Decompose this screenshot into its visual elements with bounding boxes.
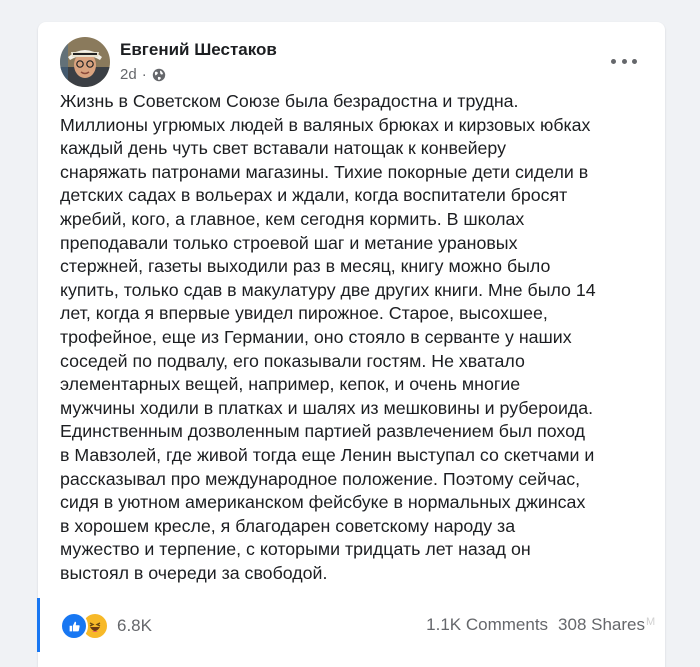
left-accent-bar	[37, 598, 40, 652]
reactions-summary[interactable]: 6.8K	[60, 612, 152, 640]
watermark: M	[646, 616, 656, 628]
shares-count-link[interactable]: 308 Shares	[558, 615, 645, 635]
engagement-stats: 1.1K Comments 308 Shares	[426, 615, 645, 635]
post-card: Евгений Шестаков 2d · Жизнь в Советском …	[38, 22, 665, 667]
more-dot	[621, 58, 627, 64]
author-name[interactable]: Евгений Шестаков	[120, 40, 277, 60]
reaction-count: 6.8K	[117, 616, 152, 635]
author-avatar[interactable]	[60, 37, 110, 87]
post-meta: 2d ·	[120, 66, 166, 83]
more-horizontal-icon	[611, 58, 616, 64]
globe-icon	[152, 68, 166, 82]
post-body-text: Жизнь в Советском Союзе была безрадостна…	[60, 91, 596, 583]
more-dot	[632, 58, 637, 64]
post-timestamp[interactable]: 2d	[120, 66, 137, 83]
like-icon	[60, 612, 88, 640]
comments-count-link[interactable]: 1.1K Comments	[426, 615, 548, 635]
meta-separator: ·	[141, 66, 147, 83]
more-options-button[interactable]	[611, 56, 637, 66]
